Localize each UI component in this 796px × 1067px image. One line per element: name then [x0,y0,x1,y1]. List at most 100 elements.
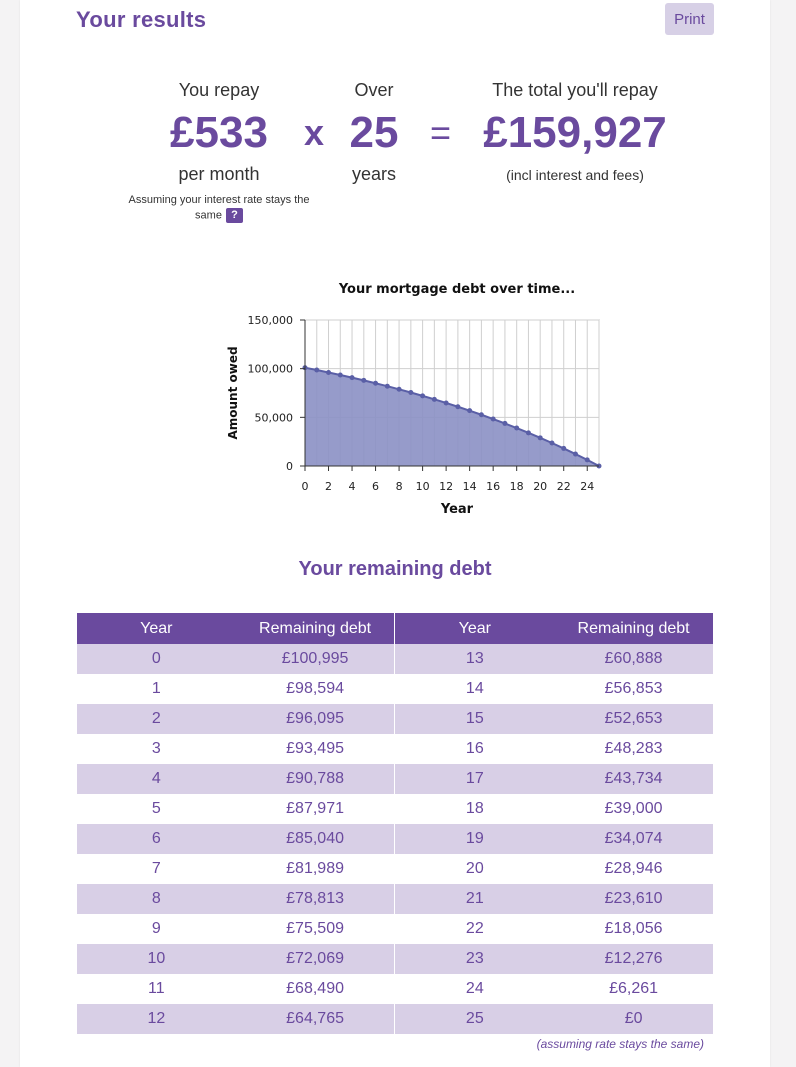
over-label: Over [354,80,394,100]
data-point [584,457,590,463]
x-axis-label: Year [440,502,474,517]
print-button[interactable]: Print [665,3,714,35]
cell-year: 16 [465,740,484,757]
table-row: 12 £64,765 25 £0 [77,1004,713,1034]
cell-year: 7 [151,860,161,877]
cell-year: 8 [77,884,236,914]
remaining-debt-table: Year Remaining debt Year Remaining debt … [77,613,713,1034]
cell-debt: £60,888 [554,644,713,674]
table-header-row: Year Remaining debt Year Remaining debt [77,613,713,644]
table-row: 0 £100,995 13 £60,888 [77,644,713,674]
results-panel: Your results Print You repay £533 per mo… [20,0,770,1067]
cell-year: 19 [394,824,555,854]
chart-title: Your mortgage debt over time... [338,282,575,297]
data-point [455,404,461,410]
data-point [361,377,367,383]
cell-debt: £56,853 [604,680,663,697]
y-axis-label: Amount owed [226,346,240,439]
over-value: 25 [349,108,399,157]
x-tick-label: 22 [557,480,571,493]
cell-debt: £28,946 [604,860,663,877]
x-tick-label: 16 [486,480,500,493]
data-point [396,386,402,392]
cell-year: 12 [77,1004,236,1034]
cell-year: 2 [77,704,236,734]
cell-year: 0 [77,644,236,674]
multiply-symbol: x [304,112,325,153]
table-row: 1 £98,594 14 £56,853 [77,674,713,704]
cell-year: 20 [465,860,484,877]
cell-debt: £100,995 [235,644,396,674]
cell-debt: £96,095 [235,704,396,734]
x-tick-label: 24 [580,480,594,493]
table-title: Your remaining debt [298,558,492,580]
cell-year: 17 [394,764,555,794]
table-row: 6 £85,040 19 £34,074 [77,824,713,854]
cell-debt: £48,283 [604,740,663,757]
data-point [326,369,332,375]
total-unit: (incl interest and fees) [506,167,644,183]
data-point [561,445,567,451]
x-tick-label: 2 [325,480,332,493]
data-point [490,416,496,422]
rate-note: Assuming your interest rate stays the sa… [119,193,319,223]
page-title: Your results [76,7,207,32]
cell-year: 11 [148,980,165,997]
cell-year: 4 [77,764,236,794]
cell-year: 25 [394,1004,555,1034]
y-tick-label: 0 [286,460,293,473]
x-tick-label: 14 [463,480,477,493]
table-row: 10 £72,069 23 £12,276 [77,944,713,974]
header-year-1: Year [77,613,236,644]
data-point [572,451,578,457]
cell-year: 22 [465,920,484,937]
data-point [314,367,320,373]
cell-debt: £78,813 [235,884,396,914]
header-year-2: Year [394,613,555,644]
table-row: 5 £87,971 18 £39,000 [77,794,713,824]
data-point [443,400,449,406]
data-point [514,425,520,431]
x-tick-label: 6 [372,480,379,493]
cell-debt: £12,276 [554,944,713,974]
cell-debt: £52,653 [554,704,713,734]
over-unit: years [351,164,396,184]
cell-debt: £34,074 [554,824,713,854]
cell-year: 9 [151,920,161,937]
cell-debt: £43,734 [554,764,713,794]
cell-debt: £72,069 [235,944,396,974]
table-row: 9 £75,509 22 £18,056 [77,914,713,944]
total-label: The total you'll repay [492,80,658,100]
cell-year: 6 [77,824,236,854]
debt-chart: 0 50,000 100,000 150,000 0 2 4 6 8 10 12 14 16 18 20 22… [200,270,640,530]
rate-note-text: Assuming your interest rate stays the sa… [128,194,310,222]
cell-year: 21 [394,884,555,914]
repay-label: You repay [178,80,260,100]
cell-year: 3 [151,740,161,757]
data-point [478,412,484,418]
cell-debt: £93,495 [235,734,396,764]
data-point [525,430,531,436]
cell-debt: £18,056 [604,920,663,937]
debt-chart-svg: 050,000100,000150,0000 2 4 6 8 10 12 14 16 18 20 22… [226,282,602,517]
cell-debt: £64,765 [235,1004,396,1034]
data-point [549,440,555,446]
cell-debt: £39,000 [604,800,663,817]
cell-debt: £23,610 [554,884,713,914]
cell-debt: £85,040 [235,824,396,854]
data-point [502,420,508,426]
cell-debt: £81,989 [235,854,396,884]
table-footnote: (assuming rate stays the same) [536,1037,704,1051]
help-icon[interactable]: ? [225,208,243,223]
total-value: £159,927 [483,108,667,157]
cell-year: 13 [394,644,555,674]
cell-year: 10 [77,944,236,974]
repay-unit: per month [178,164,260,184]
cell-year: 18 [465,800,484,817]
header-debt-2: Remaining debt [554,613,713,644]
x-tick-label: 0 [302,480,309,493]
data-point [431,396,437,402]
x-tick-label: 20 [533,480,547,493]
table-body: 0 £100,995 13 £60,888 1 £98,594 14 £56,853 2 £96,… [77,644,713,1034]
y-tick-label: 100,000 [248,363,294,376]
